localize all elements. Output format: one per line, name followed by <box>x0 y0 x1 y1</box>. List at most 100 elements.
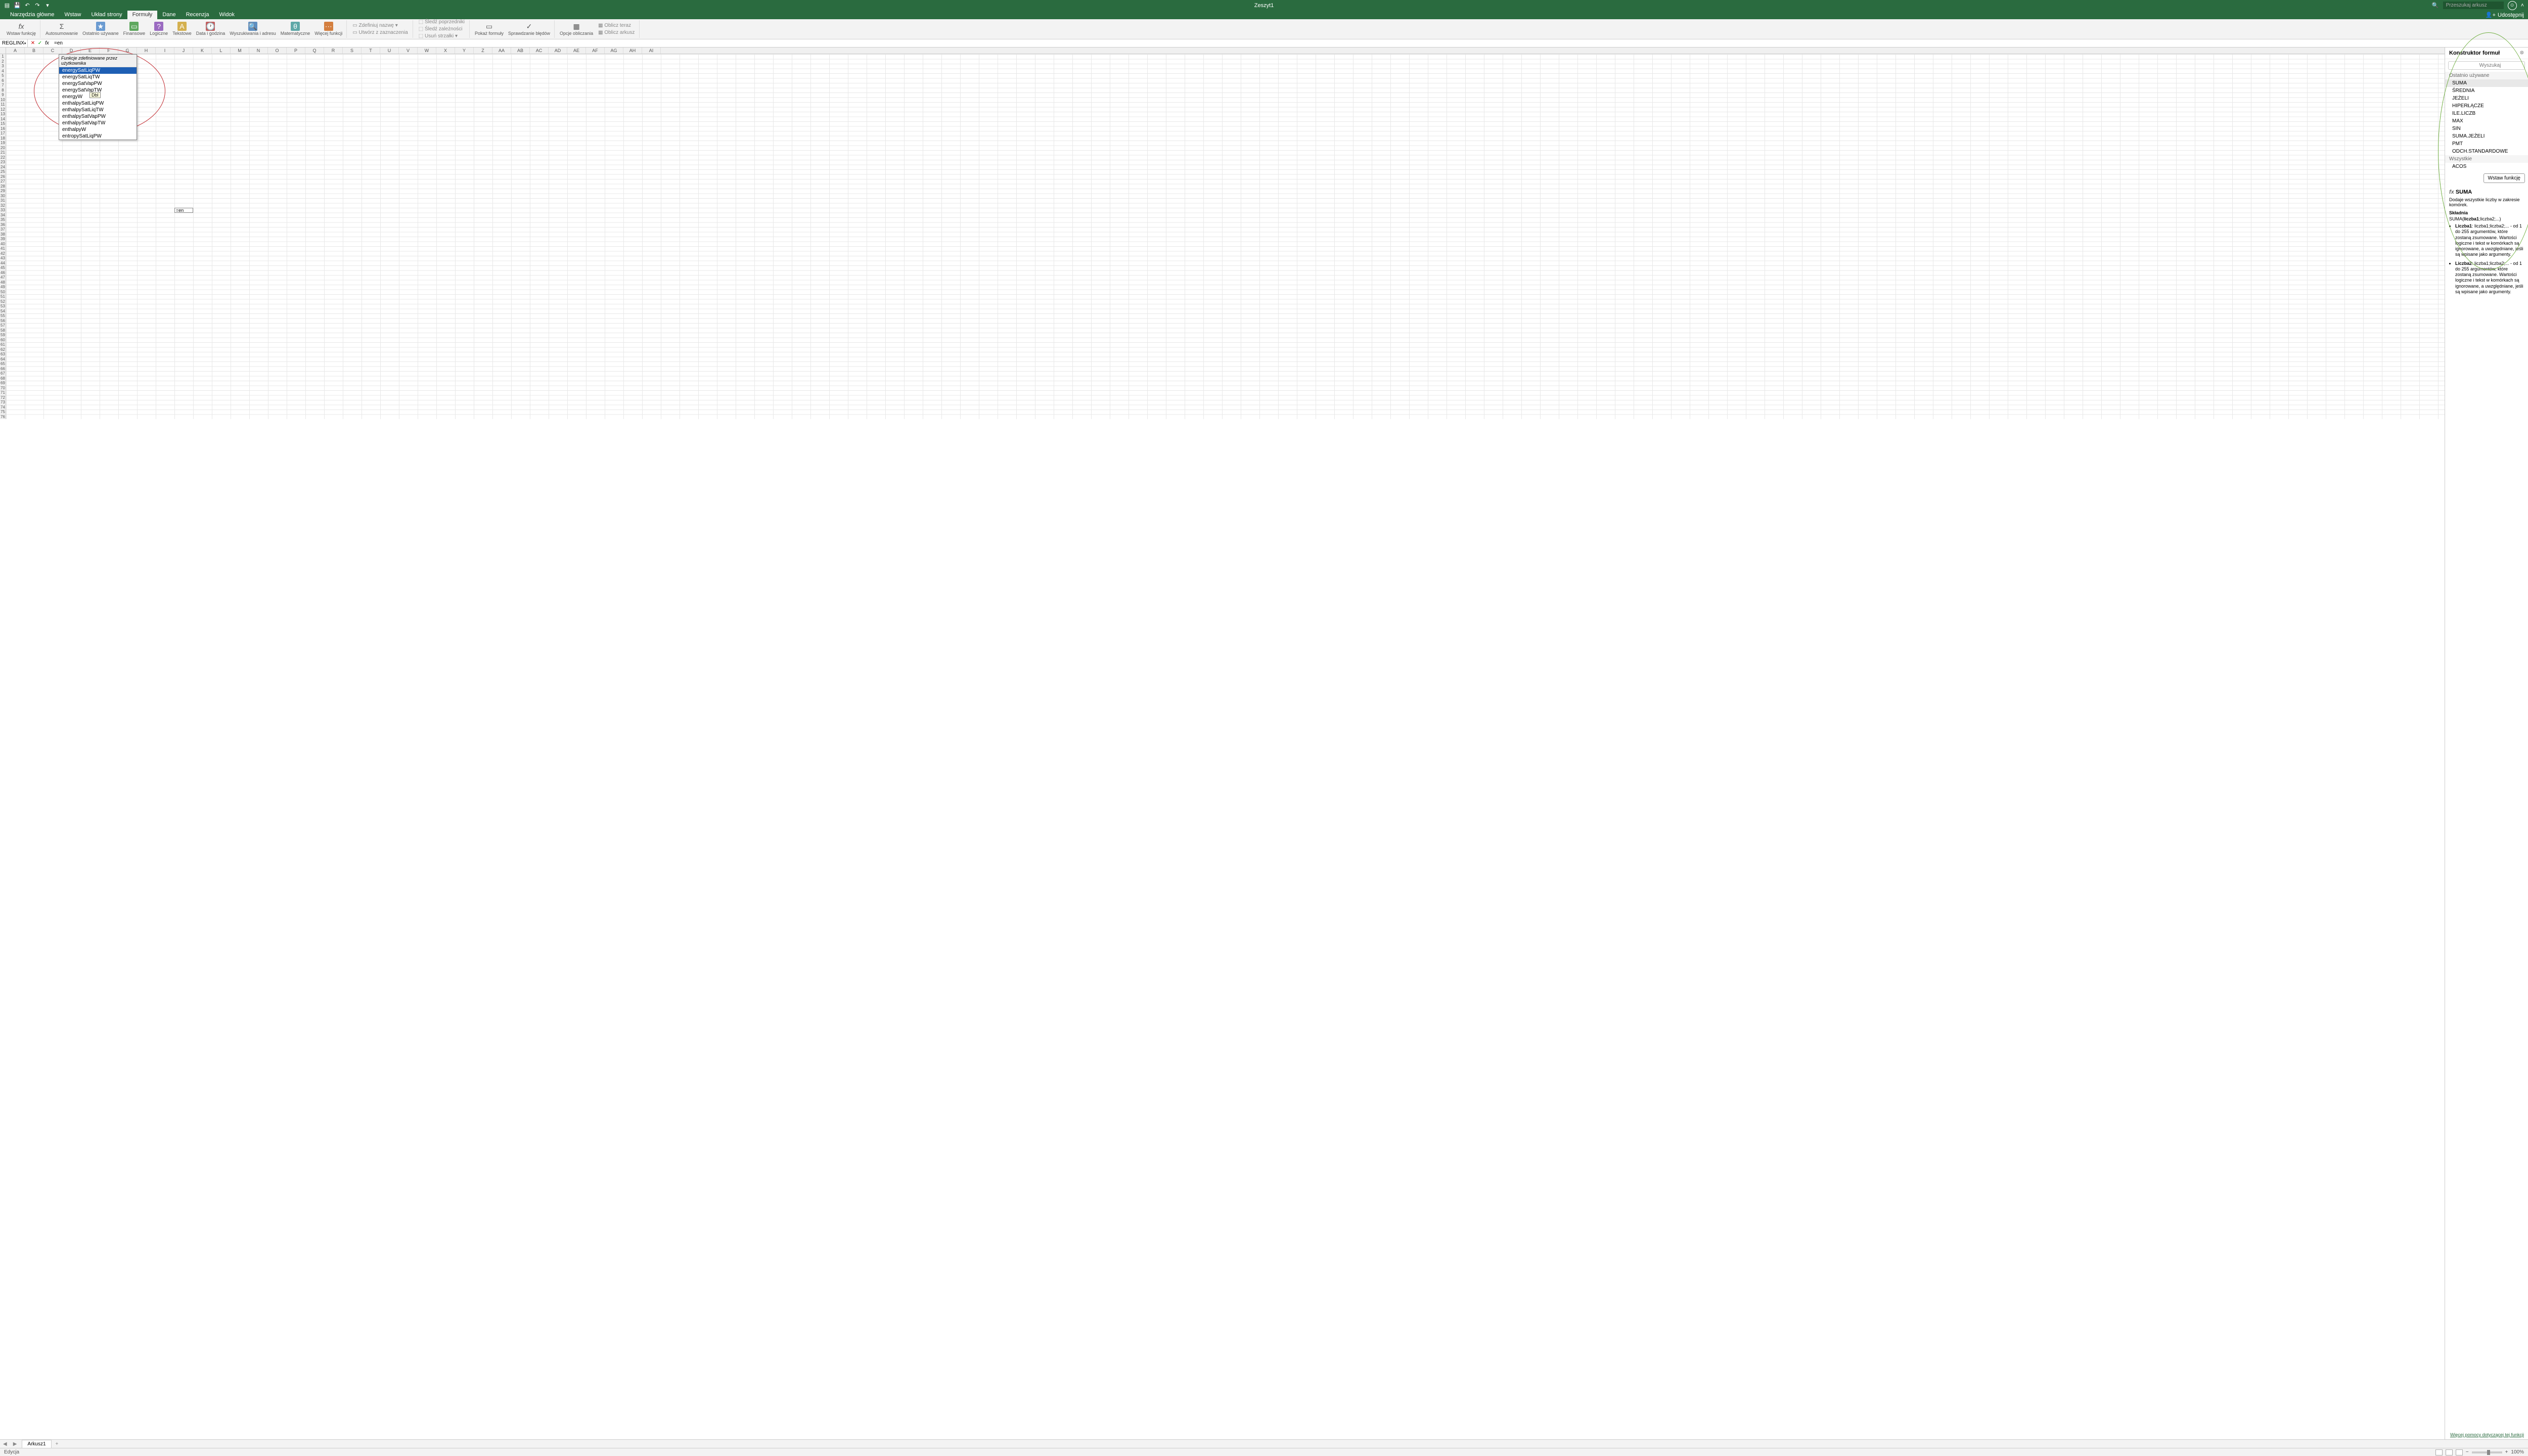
sidebar-function-item[interactable]: SUMA <box>2445 79 2528 87</box>
calc-now-button[interactable]: ▦ Oblicz teraz <box>596 22 637 29</box>
column-header[interactable]: O <box>268 48 287 54</box>
row-header[interactable]: 73 <box>0 400 6 405</box>
row-header[interactable]: 53 <box>0 304 6 309</box>
text-button[interactable]: A Tekstowe <box>171 21 193 37</box>
row-header[interactable]: 18 <box>0 136 6 141</box>
column-header[interactable]: AE <box>567 48 586 54</box>
row-header[interactable]: 44 <box>0 261 6 266</box>
row-header[interactable]: 16 <box>0 126 6 131</box>
row-header[interactable]: 67 <box>0 371 6 376</box>
autocomplete-item[interactable]: enthalpyW <box>59 126 137 133</box>
row-header[interactable]: 54 <box>0 309 6 314</box>
row-header[interactable]: 60 <box>0 338 6 343</box>
show-formulas-button[interactable]: ▭ Pokaż formuły <box>473 21 505 37</box>
recent-functions-button[interactable]: ★ Ostatnio używane <box>81 21 120 37</box>
row-header[interactable]: 59 <box>0 333 6 338</box>
row-header[interactable]: 58 <box>0 328 6 333</box>
row-header[interactable]: 4 <box>0 69 6 74</box>
autosum-button[interactable]: Σ Autosumowanie <box>44 21 79 37</box>
row-header[interactable]: 14 <box>0 117 6 122</box>
column-header[interactable]: S <box>343 48 362 54</box>
sidebar-function-item[interactable]: ŚREDNIA <box>2445 87 2528 95</box>
column-header[interactable]: R <box>324 48 343 54</box>
row-header[interactable]: 19 <box>0 141 6 146</box>
row-header[interactable]: 25 <box>0 169 6 174</box>
row-header[interactable]: 21 <box>0 150 6 155</box>
row-header[interactable]: 76 <box>0 415 6 420</box>
column-header[interactable]: P <box>287 48 305 54</box>
row-header[interactable]: 13 <box>0 112 6 117</box>
column-header[interactable]: C <box>43 48 62 54</box>
zoom-slider[interactable] <box>2472 1451 2502 1453</box>
row-header[interactable]: 17 <box>0 131 6 136</box>
sheet-nav-prev-icon[interactable]: ◀ <box>0 1441 10 1447</box>
column-header[interactable]: M <box>231 48 249 54</box>
row-header[interactable]: 30 <box>0 194 6 199</box>
sidebar-search-input[interactable] <box>2448 61 2525 70</box>
row-header[interactable]: 70 <box>0 386 6 391</box>
autocomplete-item[interactable]: enthalpySatLiqTW <box>59 107 137 113</box>
tab-review[interactable]: Recenzja <box>181 11 214 19</box>
row-header[interactable]: 6 <box>0 78 6 83</box>
sidebar-function-item[interactable]: MAX <box>2445 117 2528 125</box>
row-header[interactable]: 20 <box>0 146 6 151</box>
row-header[interactable]: 48 <box>0 280 6 285</box>
row-header[interactable]: 65 <box>0 361 6 367</box>
row-header[interactable]: 3 <box>0 64 6 69</box>
autocomplete-item[interactable]: enthalpySatLiqPW <box>59 100 137 107</box>
search-input[interactable] <box>2443 2 2504 9</box>
row-header[interactable]: 51 <box>0 294 6 299</box>
zoom-in-icon[interactable]: + <box>2505 1449 2508 1455</box>
row-header[interactable]: 23 <box>0 160 6 165</box>
row-header[interactable]: 39 <box>0 237 6 242</box>
column-header[interactable]: AF <box>586 48 605 54</box>
autocomplete-item[interactable]: enthalpySatVapTW <box>59 120 137 126</box>
row-header[interactable]: 52 <box>0 299 6 304</box>
column-header[interactable]: AI <box>642 48 661 54</box>
add-sheet-icon[interactable]: + <box>52 1441 63 1447</box>
row-header[interactable]: 75 <box>0 410 6 415</box>
worksheet-grid[interactable]: ABCDEFGHIJKLMNOPQRSTUVWXYZAAABACADAEAFAG… <box>0 48 2445 1439</box>
row-header[interactable]: 71 <box>0 390 6 395</box>
column-header[interactable]: F <box>100 48 118 54</box>
row-header[interactable]: 66 <box>0 367 6 372</box>
row-header[interactable]: 35 <box>0 217 6 222</box>
accept-icon[interactable]: ✓ <box>37 40 43 46</box>
logical-button[interactable]: ? Logiczne <box>148 21 169 37</box>
row-header[interactable]: 9 <box>0 93 6 98</box>
column-header[interactable]: AA <box>492 48 511 54</box>
row-header[interactable]: 27 <box>0 179 6 184</box>
column-header[interactable]: I <box>156 48 174 54</box>
cancel-icon[interactable]: ✕ <box>30 40 36 46</box>
file-icon[interactable]: ▤ <box>4 3 10 9</box>
row-header[interactable]: 37 <box>0 227 6 232</box>
row-header[interactable]: 64 <box>0 357 6 362</box>
row-header[interactable]: 15 <box>0 121 6 126</box>
define-name-button[interactable]: ▭ Zdefiniuj nazwę ▾ <box>350 22 410 29</box>
active-cell[interactable]: =en <box>174 208 193 213</box>
autocomplete-item[interactable]: energySatVapPW <box>59 80 137 87</box>
row-header[interactable]: 22 <box>0 155 6 160</box>
formula-input[interactable]: =en <box>52 40 2528 46</box>
row-header[interactable]: 49 <box>0 285 6 290</box>
autocomplete-item[interactable]: enthalpySatVapPW <box>59 113 137 120</box>
column-header[interactable]: D <box>62 48 81 54</box>
column-header[interactable]: H <box>137 48 156 54</box>
sheet-tab[interactable]: Arkusz1 <box>22 1440 51 1448</box>
math-button[interactable]: θ Matematyczne <box>279 21 312 37</box>
insert-function-button[interactable]: fx Wstaw funkcję <box>5 21 37 37</box>
row-header[interactable]: 62 <box>0 347 6 352</box>
autocomplete-item[interactable]: entropySatLiqPW <box>59 133 137 140</box>
column-header[interactable]: L <box>212 48 231 54</box>
row-header[interactable]: 1 <box>0 54 6 59</box>
row-header[interactable]: 12 <box>0 107 6 112</box>
column-header[interactable]: Y <box>455 48 474 54</box>
row-header[interactable]: 40 <box>0 242 6 247</box>
column-header[interactable]: K <box>193 48 212 54</box>
row-header[interactable]: 38 <box>0 232 6 237</box>
ribbon-chevron-icon[interactable]: ˄ <box>2521 3 2524 9</box>
more-functions-button[interactable]: ⋯ Więcej funkcji <box>313 21 344 37</box>
row-header[interactable]: 47 <box>0 275 6 280</box>
column-header[interactable]: J <box>174 48 193 54</box>
column-header[interactable]: Z <box>474 48 492 54</box>
